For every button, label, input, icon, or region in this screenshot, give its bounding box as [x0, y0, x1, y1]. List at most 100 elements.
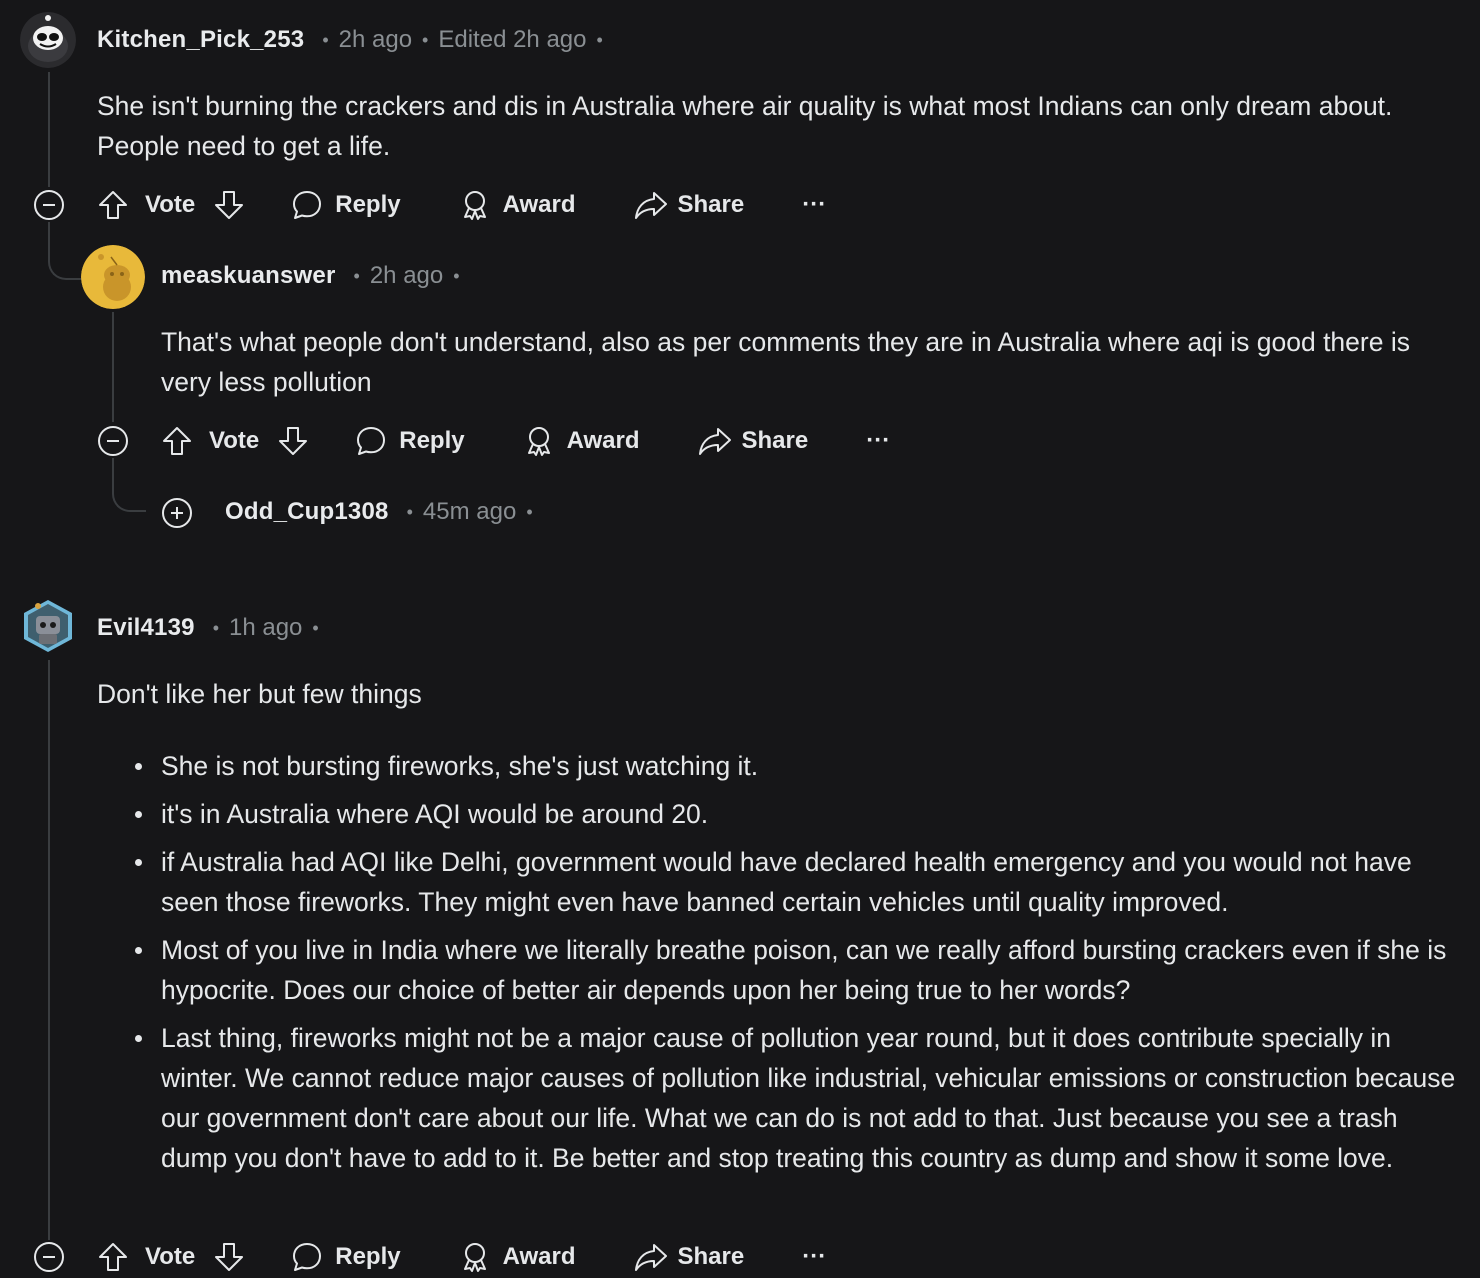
upvote-button[interactable]: [97, 189, 129, 221]
award-label: Award: [502, 191, 576, 218]
list-item: it's in Australia where AQI would be aro…: [97, 794, 1467, 834]
vote-label: Vote: [209, 427, 260, 454]
comment-body: She isn't burning the crackers and dis i…: [97, 91, 1393, 161]
list-item: Last thing, fireworks might not be a maj…: [97, 1018, 1467, 1178]
award-button[interactable]: Award: [523, 425, 640, 457]
vote-label: Vote: [145, 191, 196, 218]
timestamp[interactable]: 2h ago: [339, 26, 412, 54]
snoo-panda-avatar-icon: [20, 12, 76, 68]
downvote-button[interactable]: [213, 189, 245, 221]
reply-label: Reply: [335, 1243, 401, 1270]
award-button[interactable]: Award: [459, 189, 576, 221]
minus-circle-icon: [98, 426, 128, 456]
comment-meta: measkuanswer • 2h ago •: [161, 262, 470, 290]
thread-connector-reply-2: [112, 458, 146, 512]
avatar[interactable]: [81, 245, 145, 309]
more-options-button[interactable]: ···: [802, 1243, 826, 1271]
timestamp[interactable]: 1h ago: [229, 614, 302, 642]
comment-intro: Don't like her but few things: [97, 679, 422, 709]
minus-circle-icon: [34, 1242, 64, 1272]
share-button[interactable]: Share: [634, 1241, 745, 1273]
separator-dot: •: [526, 501, 533, 522]
upvote-button[interactable]: [97, 1241, 129, 1273]
collapse-button[interactable]: [97, 425, 129, 457]
comment-actions: Vote Reply Award Share ···: [97, 1237, 826, 1277]
snoo-default-avatar-icon: [81, 245, 145, 309]
share-button[interactable]: Share: [634, 189, 745, 221]
reply-button[interactable]: Reply: [355, 425, 465, 457]
username[interactable]: Evil4139: [97, 614, 195, 642]
share-button[interactable]: Share: [698, 425, 809, 457]
share-label: Share: [677, 191, 745, 218]
more-label: ···: [802, 1243, 827, 1270]
expand-button[interactable]: [161, 497, 193, 529]
reply-label: Reply: [335, 191, 401, 218]
reply-button[interactable]: Reply: [291, 1241, 401, 1273]
username[interactable]: Odd_Cup1308: [225, 498, 389, 526]
comment-meta: Kitchen_Pick_253 • 2h ago • Edited 2h ag…: [97, 26, 613, 54]
upvote-button[interactable]: [161, 425, 193, 457]
separator-dot: •: [312, 617, 319, 638]
award-ribbon-icon: [463, 1243, 486, 1272]
arrow-up-icon: [99, 1243, 127, 1271]
comment-meta: Odd_Cup1308 • 45m ago •: [225, 498, 543, 526]
share-arrow-icon: [634, 1244, 667, 1271]
separator-dot: •: [322, 29, 329, 50]
thread-line-3: [48, 660, 50, 1240]
comment-meta: Evil4139 • 1h ago •: [97, 614, 329, 642]
more-label: ···: [866, 427, 891, 454]
comment-actions: Vote Reply Award Share ···: [161, 421, 890, 461]
share-arrow-icon: [634, 192, 667, 219]
comment-body: That's what people don't understand, als…: [161, 327, 1410, 397]
arrow-up-icon: [163, 427, 191, 455]
list-item: She is not bursting fireworks, she's jus…: [97, 746, 1467, 786]
separator-dot: •: [422, 29, 429, 50]
downvote-button[interactable]: [277, 425, 309, 457]
timestamp[interactable]: 2h ago: [370, 262, 443, 290]
minus-circle-icon: [34, 190, 64, 220]
award-ribbon-icon: [527, 427, 550, 456]
separator-dot: •: [212, 617, 219, 638]
award-label: Award: [502, 1243, 576, 1270]
vote-label: Vote: [145, 1243, 196, 1270]
speech-bubble-icon: [357, 427, 386, 455]
edited-label: Edited 2h ago: [438, 26, 587, 53]
comment-bullet-list: She is not bursting fireworks, she's jus…: [97, 746, 1467, 1186]
timestamp[interactable]: 45m ago: [423, 498, 516, 526]
separator-dot: •: [596, 29, 603, 50]
collapse-button[interactable]: [33, 1241, 65, 1273]
thread-line-1: [48, 72, 50, 187]
arrow-up-icon: [99, 191, 127, 219]
separator-dot: •: [406, 501, 413, 522]
separator-dot: •: [353, 265, 360, 286]
separator-dot: •: [453, 265, 460, 286]
share-label: Share: [677, 1243, 745, 1270]
snoo-robot-avatar-icon: [24, 600, 72, 652]
reply-label: Reply: [399, 427, 465, 454]
more-options-button[interactable]: ···: [866, 427, 890, 455]
username[interactable]: measkuanswer: [161, 262, 336, 290]
list-item: Most of you live in India where we liter…: [97, 930, 1467, 1010]
comment-actions: Vote Reply Award Share ···: [97, 185, 826, 225]
arrow-down-icon: [215, 191, 244, 219]
arrow-down-icon: [215, 1243, 244, 1271]
award-label: Award: [566, 427, 640, 454]
award-ribbon-icon: [463, 191, 486, 220]
avatar[interactable]: [20, 12, 76, 68]
plus-circle-icon: [162, 498, 192, 528]
more-options-button[interactable]: ···: [802, 191, 826, 219]
collapse-button[interactable]: [33, 189, 65, 221]
award-button[interactable]: Award: [459, 1241, 576, 1273]
list-item: if Australia had AQI like Delhi, governm…: [97, 842, 1467, 922]
avatar[interactable]: [20, 598, 76, 654]
share-label: Share: [741, 427, 809, 454]
username[interactable]: Kitchen_Pick_253: [97, 26, 304, 54]
share-arrow-icon: [698, 428, 731, 455]
more-label: ···: [802, 191, 827, 218]
speech-bubble-icon: [293, 1243, 322, 1271]
thread-line-2: [112, 312, 114, 422]
thread-connector-reply-1: [48, 222, 82, 280]
downvote-button[interactable]: [213, 1241, 245, 1273]
speech-bubble-icon: [293, 191, 322, 219]
reply-button[interactable]: Reply: [291, 189, 401, 221]
